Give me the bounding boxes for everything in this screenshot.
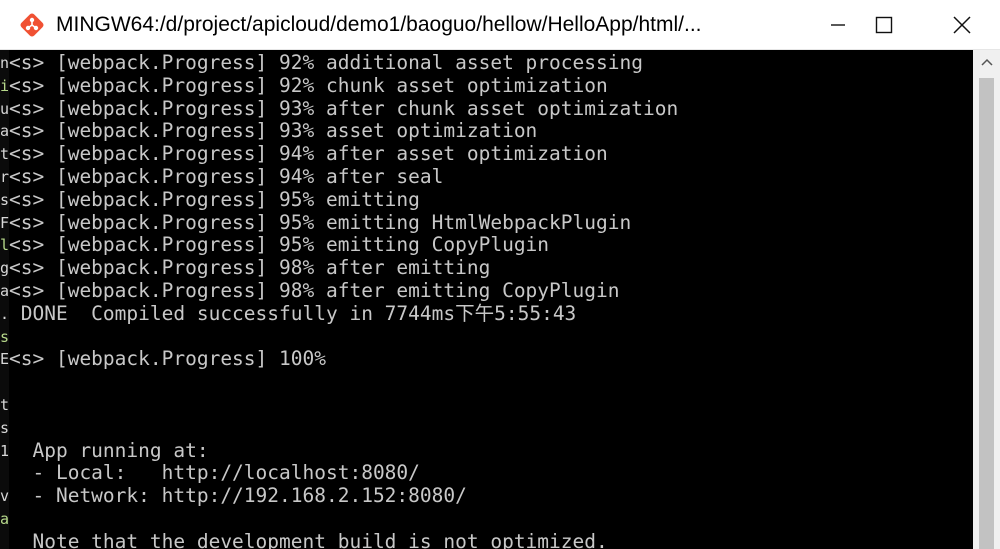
background-glyph: r [0, 168, 9, 186]
background-glyph: s [0, 190, 9, 209]
background-glyph: . [0, 304, 9, 323]
chevron-up-icon [980, 58, 993, 66]
terminal-window: MINGW64:/d/project/apicloud/demo1/baoguo… [0, 0, 1000, 549]
background-glyph: v [0, 487, 9, 506]
terminal-line: App running at: [9, 438, 209, 462]
terminal-output[interactable]: <s> [webpack.Progress] 92% additional as… [9, 50, 973, 549]
background-glyph: t [0, 145, 9, 164]
background-glyph: t [0, 396, 9, 414]
terminal-line: <s> [webpack.Progress] 92% chunk asset o… [9, 73, 608, 97]
minimize-icon [831, 24, 845, 26]
background-glyph: 1 [0, 441, 9, 460]
terminal-line: <s> [webpack.Progress] 93% asset optimiz… [9, 119, 538, 143]
background-window-edge: niuatrsFlga.sEts1va [0, 50, 9, 549]
git-bash-icon [20, 13, 44, 37]
background-glyph: l [0, 236, 9, 255]
background-glyph: i [0, 76, 9, 95]
background-glyph: E [0, 350, 9, 369]
terminal-line: <s> [webpack.Progress] 95% emitting [9, 187, 420, 211]
maximize-icon [875, 16, 893, 34]
background-glyph: a [0, 510, 9, 528]
background-glyph: a [0, 122, 9, 141]
terminal-line: <s> [webpack.Progress] 98% after emittin… [9, 256, 491, 280]
terminal-line: <s> [webpack.Progress] 95% emitting Copy… [9, 233, 550, 257]
background-glyph: F [0, 213, 9, 232]
terminal-line: <s> [webpack.Progress] 95% emitting Html… [9, 210, 632, 234]
maximize-button[interactable] [852, 0, 916, 50]
terminal-line: <s> [webpack.Progress] 94% after asset o… [9, 142, 608, 166]
terminal-line: <s> [webpack.Progress] 93% after chunk a… [9, 96, 679, 120]
background-glyph: n [0, 54, 9, 72]
terminal-line: - Network: http://192.168.2.152:8080/ [9, 484, 467, 508]
background-glyph: s [0, 418, 9, 437]
background-glyph: u [0, 99, 9, 118]
background-glyph: a [0, 282, 9, 300]
terminal-line: Note that the development build is not o… [9, 529, 608, 549]
terminal-line: - Local: http://localhost:8080/ [9, 461, 420, 485]
window-title: MINGW64:/d/project/apicloud/demo1/baoguo… [56, 13, 702, 36]
terminal-line: <s> [webpack.Progress] 100% [9, 347, 326, 371]
terminal-line: <s> [webpack.Progress] 94% after seal [9, 165, 444, 188]
title-bar[interactable]: MINGW64:/d/project/apicloud/demo1/baoguo… [0, 0, 1000, 50]
scroll-thumb[interactable] [979, 78, 994, 549]
terminal-line: DONE Compiled successfully in 7744ms下午5:… [9, 301, 577, 325]
terminal-line: <s> [webpack.Progress] 98% after emittin… [9, 279, 620, 302]
vertical-scrollbar[interactable] [973, 50, 1000, 549]
background-glyph: g [0, 259, 9, 278]
terminal-line: <s> [webpack.Progress] 92% additional as… [9, 51, 643, 74]
close-button[interactable] [930, 0, 994, 50]
scroll-up-button[interactable] [973, 50, 1000, 74]
close-icon [953, 16, 971, 34]
background-glyph: s [0, 327, 9, 346]
